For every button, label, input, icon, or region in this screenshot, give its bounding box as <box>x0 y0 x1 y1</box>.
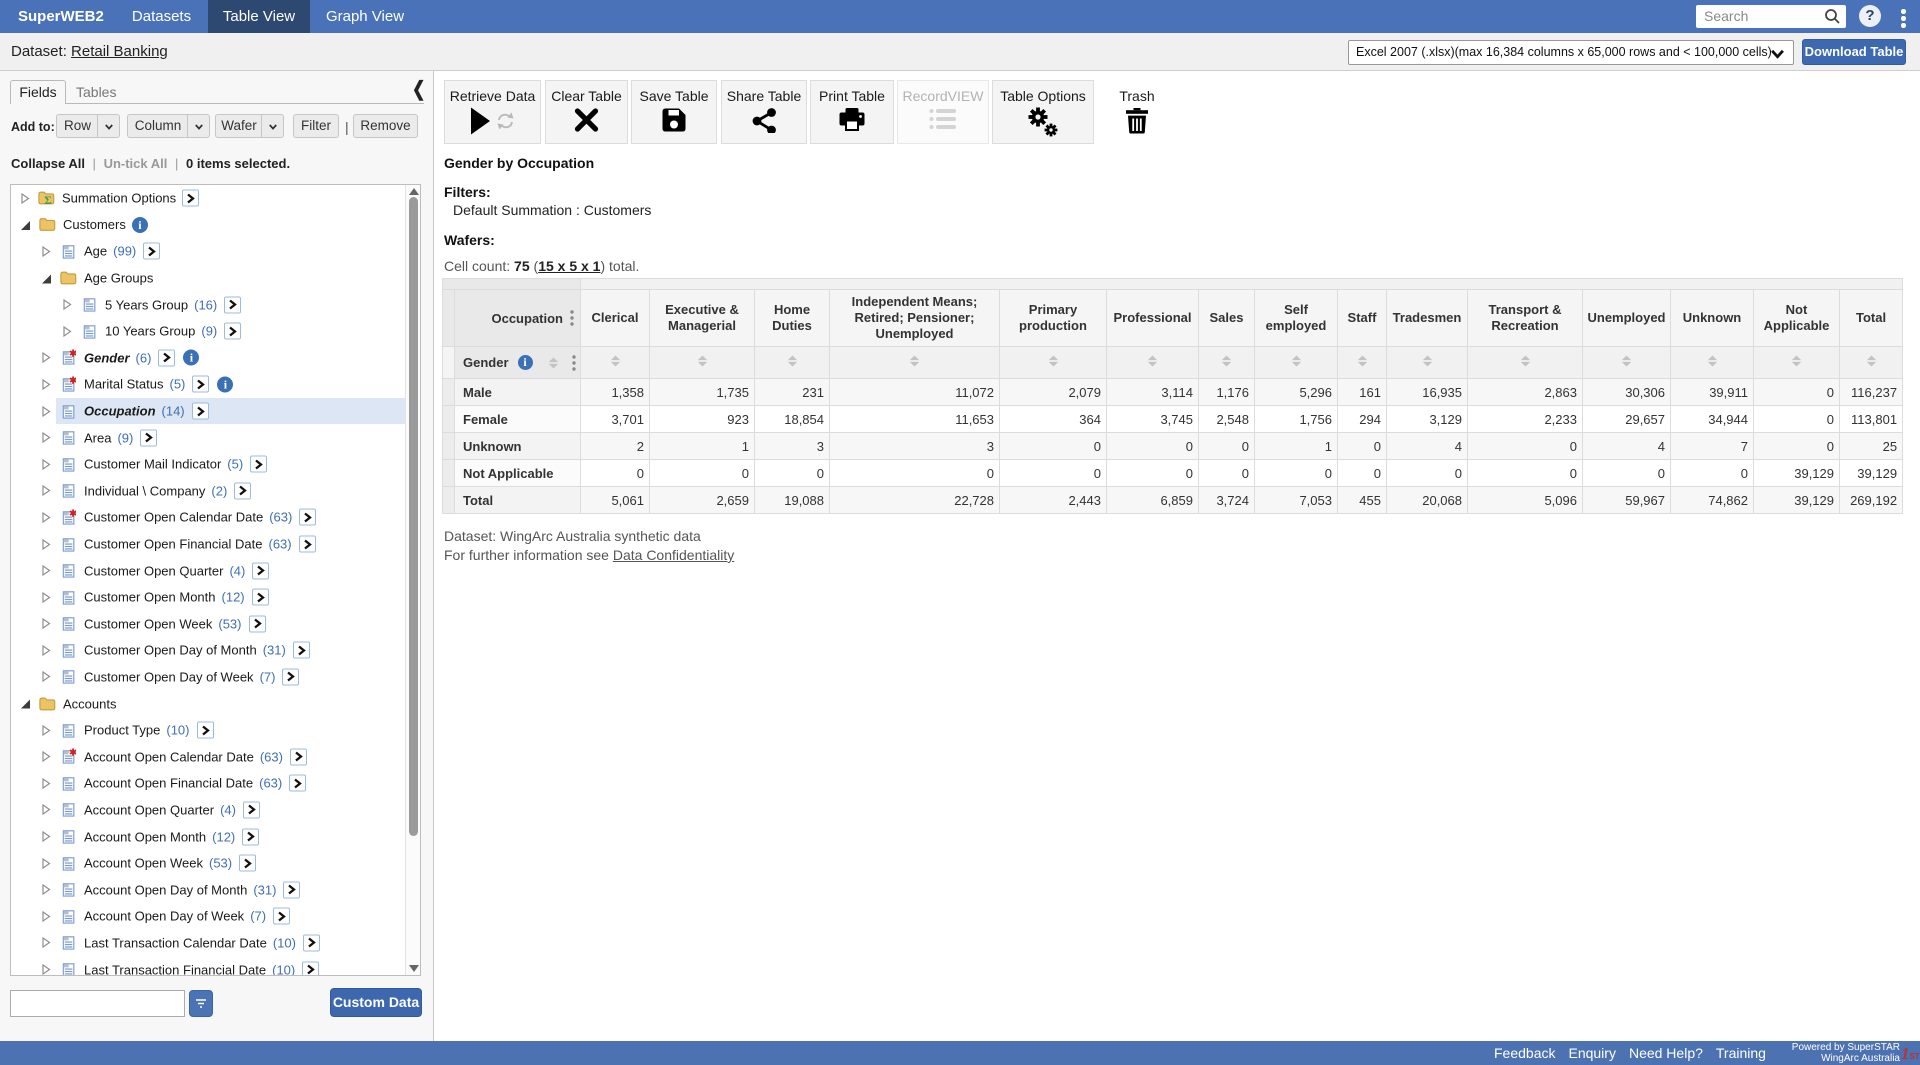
svg-text:✱: ✱ <box>69 749 76 759</box>
svg-text:Σ: Σ <box>44 195 52 206</box>
svg-text:ST: ST <box>1910 1052 1920 1061</box>
svg-text:✱: ✱ <box>69 509 76 519</box>
svg-text:✱: ✱ <box>69 350 76 360</box>
svg-text:✱: ✱ <box>69 376 76 386</box>
svg-text:1: 1 <box>1901 1044 1910 1062</box>
